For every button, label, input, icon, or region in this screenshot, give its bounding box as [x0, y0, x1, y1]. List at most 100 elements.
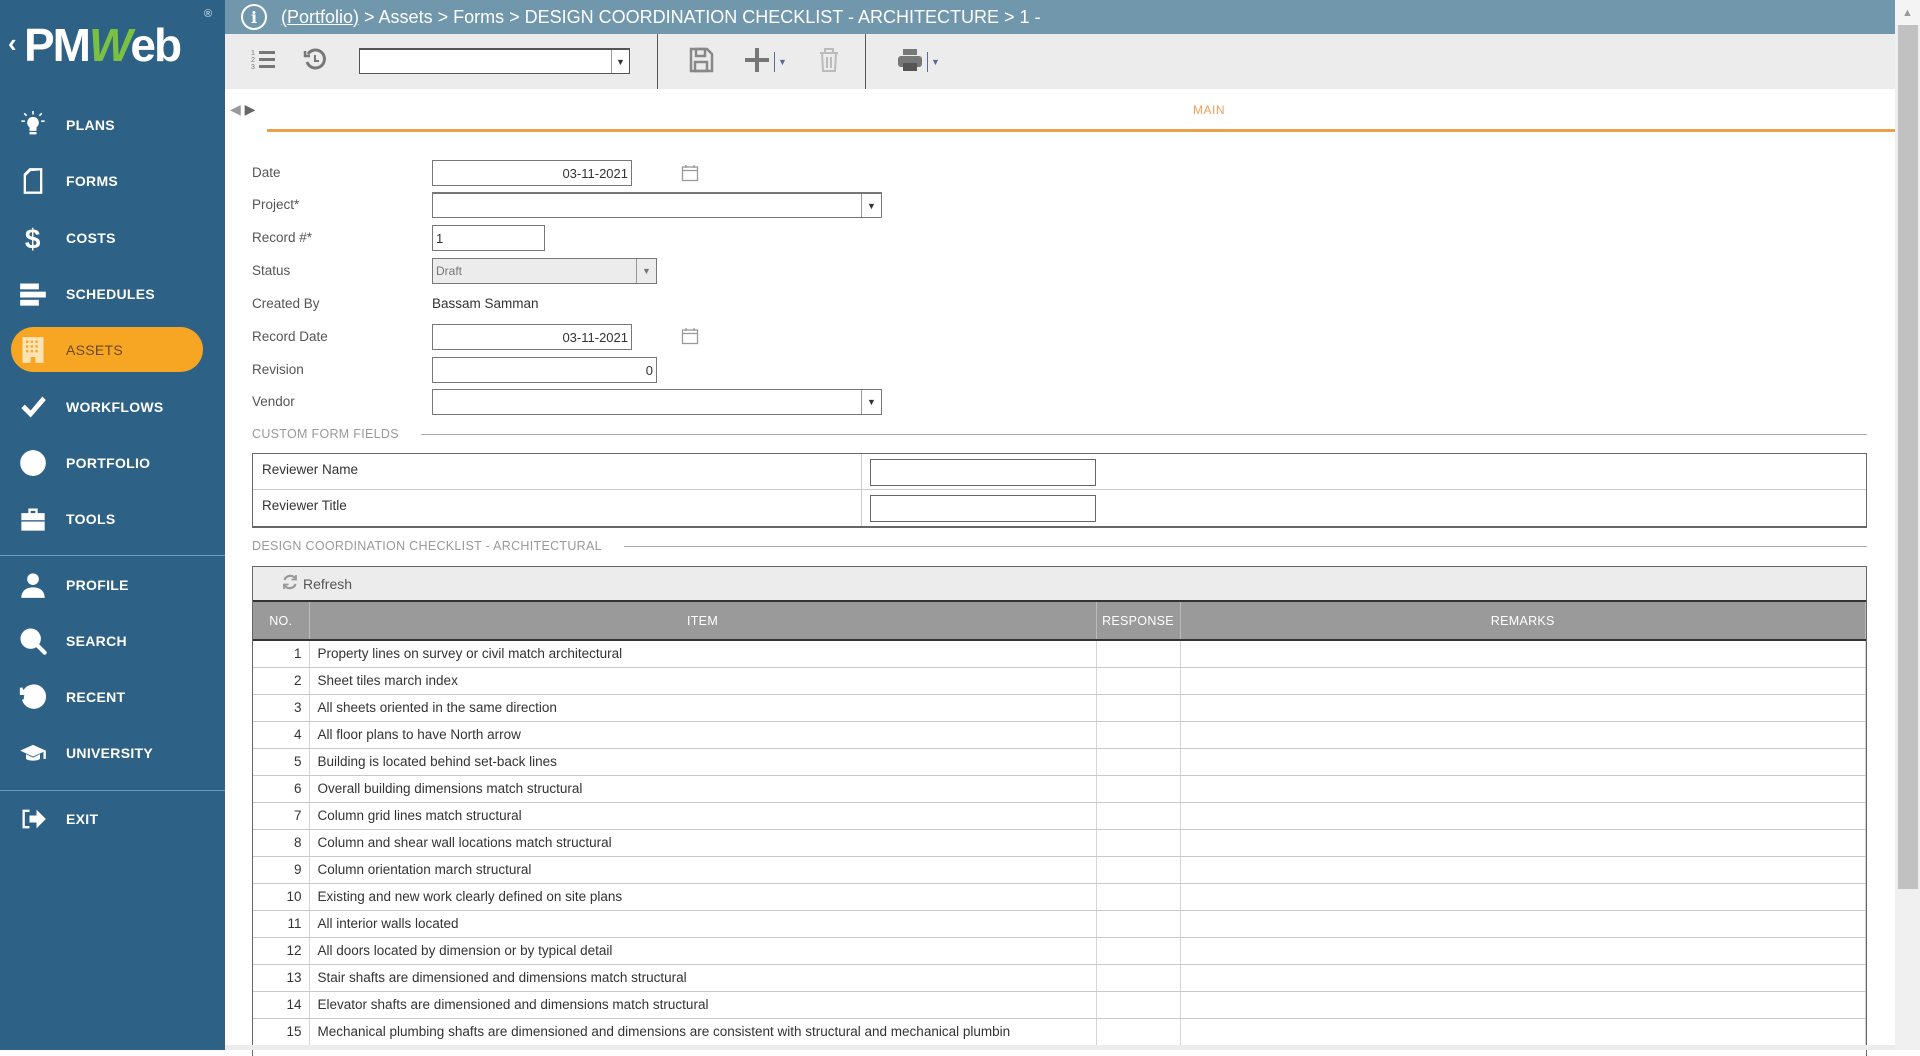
- row-remarks[interactable]: [1180, 883, 1866, 911]
- add-button[interactable]: ▼: [740, 46, 790, 78]
- save-button[interactable]: [685, 46, 717, 78]
- calendar-icon[interactable]: [681, 164, 699, 182]
- row-response[interactable]: [1096, 775, 1181, 803]
- row-remarks[interactable]: [1180, 748, 1866, 776]
- row-remarks[interactable]: [1180, 829, 1866, 857]
- sidebar-item-tools[interactable]: TOOLS: [0, 491, 225, 547]
- collapse-chevron-icon[interactable]: ‹: [8, 28, 17, 59]
- project-select[interactable]: ▼: [432, 192, 882, 218]
- row-response[interactable]: [1096, 1018, 1181, 1046]
- sidebar-item-exit[interactable]: EXIT: [0, 791, 225, 847]
- record-number-field[interactable]: 1: [432, 225, 545, 251]
- row-response[interactable]: [1096, 883, 1181, 911]
- chevron-down-icon[interactable]: ▼: [861, 194, 881, 217]
- row-remarks[interactable]: [1180, 910, 1866, 938]
- chevron-down-icon[interactable]: ▼: [778, 57, 787, 67]
- status-select[interactable]: Draft ▼: [432, 258, 657, 284]
- table-row[interactable]: 5 Building is located behind set-back lin…: [253, 748, 1866, 776]
- row-response[interactable]: [1096, 856, 1181, 884]
- table-row[interactable]: 1 Property lines on survey or civil match…: [253, 640, 1866, 668]
- record-date-field[interactable]: 03-11-2021: [432, 324, 632, 350]
- table-row[interactable]: 8 Column and shear wall locations match s…: [253, 829, 1866, 857]
- sidebar-item-forms[interactable]: FORMS: [0, 153, 225, 209]
- record-date-label: Record Date: [252, 329, 328, 344]
- column-header-no[interactable]: NO.: [253, 602, 310, 641]
- row-remarks[interactable]: [1180, 694, 1866, 722]
- row-response[interactable]: [1096, 829, 1181, 857]
- delete-button[interactable]: [813, 46, 845, 78]
- tab-next-icon[interactable]: ▶: [245, 101, 256, 117]
- print-button[interactable]: ▼: [893, 46, 943, 78]
- sidebar-item-profile[interactable]: PROFILE: [0, 556, 225, 612]
- row-response[interactable]: [1096, 937, 1181, 965]
- info-icon[interactable]: i: [241, 4, 267, 30]
- sidebar-item-assets[interactable]: ASSETS: [0, 322, 225, 378]
- column-header-remarks[interactable]: REMARKS: [1180, 602, 1866, 641]
- tab-main[interactable]: MAIN: [1193, 103, 1225, 117]
- sidebar-item-university[interactable]: UNIVERSITY: [0, 725, 225, 781]
- sidebar-item-plans[interactable]: PLANS: [0, 97, 225, 153]
- sidebar-item-portfolio[interactable]: PORTFOLIO: [0, 435, 225, 491]
- row-remarks[interactable]: [1180, 1018, 1866, 1046]
- table-row[interactable]: 10 Existing and new work clearly defined …: [253, 883, 1866, 911]
- history-button[interactable]: [299, 46, 331, 78]
- list-button[interactable]: 123: [247, 46, 279, 78]
- refresh-button[interactable]: Refresh: [253, 567, 1866, 602]
- chevron-down-icon[interactable]: ▼: [611, 50, 629, 73]
- row-remarks[interactable]: [1180, 964, 1866, 992]
- chevron-down-icon[interactable]: ▼: [931, 57, 940, 67]
- chevron-down-icon[interactable]: ▼: [861, 390, 881, 414]
- vertical-scrollbar[interactable]: ▲: [1895, 0, 1920, 1050]
- row-response[interactable]: [1096, 640, 1181, 668]
- revision-field[interactable]: 0: [432, 357, 657, 383]
- exit-icon: [18, 804, 48, 834]
- tab-prev-icon[interactable]: ◀: [230, 101, 241, 117]
- chevron-down-icon[interactable]: ▼: [636, 259, 656, 283]
- row-response[interactable]: [1096, 964, 1181, 992]
- scrollbar-thumb[interactable]: [1898, 25, 1918, 889]
- vendor-select[interactable]: ▼: [432, 389, 882, 415]
- table-row[interactable]: 3 All sheets oriented in the same directi…: [253, 694, 1866, 722]
- breadcrumb-portfolio-link[interactable]: (Portfolio): [281, 7, 359, 27]
- row-response[interactable]: [1096, 721, 1181, 749]
- column-header-response[interactable]: RESPONSE: [1096, 602, 1181, 641]
- row-remarks[interactable]: [1180, 775, 1866, 803]
- row-remarks[interactable]: [1180, 991, 1866, 1019]
- sidebar-item-schedules[interactable]: SCHEDULES: [0, 266, 225, 322]
- column-header-item[interactable]: ITEM: [309, 602, 1097, 641]
- reviewer-title-input[interactable]: [870, 495, 1096, 522]
- row-response[interactable]: [1096, 991, 1181, 1019]
- row-response[interactable]: [1096, 667, 1181, 695]
- table-row[interactable]: 13 Stair shafts are dimensioned and dimen…: [253, 964, 1866, 992]
- table-row[interactable]: 14 Elevator shafts are dimensioned and di…: [253, 991, 1866, 1019]
- row-response[interactable]: [1096, 910, 1181, 938]
- table-row[interactable]: 9 Column orientation march structural: [253, 856, 1866, 884]
- table-row[interactable]: 11 All interior walls located: [253, 910, 1866, 938]
- sidebar-item-recent[interactable]: RECENT: [0, 669, 225, 725]
- row-remarks[interactable]: [1180, 721, 1866, 749]
- table-row[interactable]: 12 All doors located by dimension or by t…: [253, 937, 1866, 965]
- table-row[interactable]: 6 Overall building dimensions match struc…: [253, 775, 1866, 803]
- sidebar-item-workflows[interactable]: WORKFLOWS: [0, 378, 225, 434]
- table-row[interactable]: 7 Column grid lines match structural: [253, 802, 1866, 830]
- table-row[interactable]: 2 Sheet tiles march index: [253, 667, 1866, 695]
- sidebar-item-search[interactable]: SEARCH: [0, 613, 225, 669]
- calendar-icon[interactable]: [681, 327, 699, 345]
- document-icon: [18, 166, 48, 196]
- row-response[interactable]: [1096, 694, 1181, 722]
- table-row[interactable]: 4 All floor plans to have North arrow: [253, 721, 1866, 749]
- row-remarks[interactable]: [1180, 667, 1866, 695]
- row-remarks[interactable]: [1180, 856, 1866, 884]
- scroll-up-icon[interactable]: ▲: [1895, 0, 1920, 25]
- sidebar-item-costs[interactable]: $ COSTS: [0, 210, 225, 266]
- record-selector[interactable]: ▼: [359, 48, 630, 74]
- row-remarks[interactable]: [1180, 937, 1866, 965]
- date-field[interactable]: 03-11-2021: [432, 160, 632, 186]
- row-response[interactable]: [1096, 802, 1181, 830]
- row-remarks[interactable]: [1180, 640, 1866, 668]
- table-row[interactable]: 15 Mechanical plumbing shafts are dimensi…: [253, 1018, 1866, 1046]
- reviewer-name-input[interactable]: [870, 459, 1096, 486]
- row-remarks[interactable]: [1180, 802, 1866, 830]
- pmweb-logo[interactable]: ‹ PMWeb ®: [6, 8, 216, 78]
- row-response[interactable]: [1096, 748, 1181, 776]
